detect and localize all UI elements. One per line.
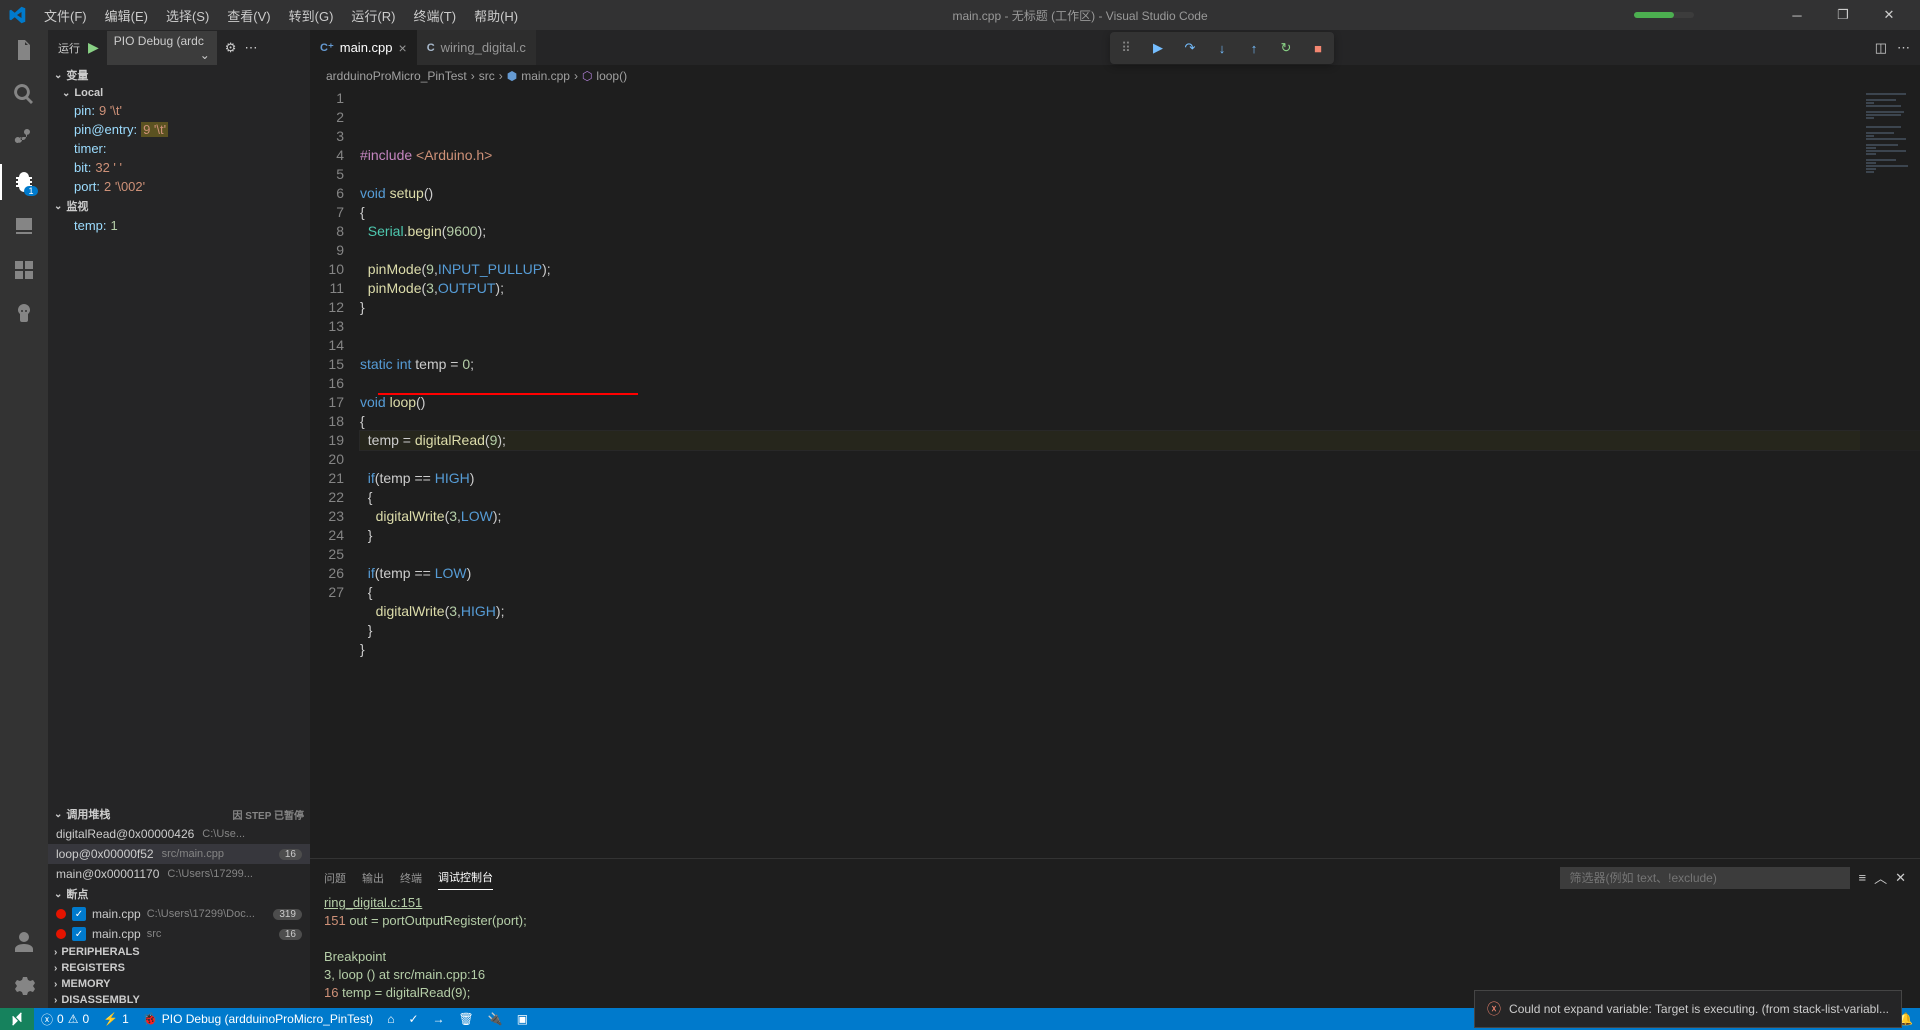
error-notification[interactable]: ⓧ Could not expand variable: Target is e… bbox=[1474, 990, 1902, 1008]
explorer-icon[interactable] bbox=[12, 38, 36, 62]
breadcrumb-item[interactable]: src bbox=[479, 69, 495, 83]
error-message: Could not expand variable: Target is exe… bbox=[1509, 1002, 1889, 1008]
debug-toolbar-header: 运行 ▶ PIO Debug (ardc ⌄ ⚙ ⋯ bbox=[48, 30, 310, 65]
start-debug-icon[interactable]: ▶ bbox=[88, 39, 99, 56]
bottom-panel: 问题输出终端调试控制台 ≡ ︿ ✕ ring_digital.c:151151 … bbox=[310, 858, 1920, 1008]
step-out-icon[interactable]: ↑ bbox=[1240, 34, 1268, 62]
grip-icon[interactable]: ⠿ bbox=[1112, 34, 1140, 62]
minimap[interactable] bbox=[1860, 87, 1920, 858]
window-title: main.cpp - 无标题 (工作区) - Visual Studio Cod… bbox=[526, 7, 1634, 24]
stack-frame[interactable]: main@0x00001170C:\Users\17299... bbox=[48, 864, 310, 884]
panel-tab[interactable]: 问题 bbox=[324, 866, 346, 890]
breadcrumb-item[interactable]: ⬡loop() bbox=[582, 69, 627, 83]
gear-icon[interactable]: ⚙ bbox=[225, 40, 237, 56]
variable-item[interactable]: pin: 9 '\t' bbox=[48, 101, 310, 120]
close-button[interactable]: ✕ bbox=[1866, 0, 1912, 30]
watch-item[interactable]: temp: 1 bbox=[48, 216, 310, 235]
menu-item[interactable]: 编辑(E) bbox=[97, 2, 156, 29]
check-icon[interactable]: ✓ bbox=[401, 1008, 425, 1030]
account-icon[interactable] bbox=[12, 930, 36, 954]
more-icon[interactable]: ⋯ bbox=[244, 40, 257, 56]
stack-frame[interactable]: digitalRead@0x00000426C:\Use... bbox=[48, 824, 310, 844]
continue-icon[interactable]: ▶ bbox=[1144, 34, 1172, 62]
editor-tab[interactable]: Cwiring_digital.c bbox=[417, 30, 536, 65]
platformio-icon[interactable] bbox=[12, 302, 36, 326]
settings-icon[interactable]: ≡ bbox=[1858, 870, 1866, 885]
step-over-icon[interactable]: ↷ bbox=[1176, 34, 1204, 62]
split-editor-icon[interactable]: ◫ bbox=[1875, 40, 1887, 56]
stack-frame[interactable]: loop@0x00000f52src/main.cpp16 bbox=[48, 844, 310, 864]
panel-tab[interactable]: 调试控制台 bbox=[438, 865, 493, 890]
titlebar: 文件(F)编辑(E)选择(S)查看(V)转到(G)运行(R)终端(T)帮助(H)… bbox=[0, 0, 1920, 30]
variable-item[interactable]: bit: 32 ' ' bbox=[48, 158, 310, 177]
editor-area: C⁺main.cpp×Cwiring_digital.c ⠿ ▶ ↷ ↓ ↑ ↻… bbox=[310, 30, 1920, 1008]
debug-icon[interactable]: 1 bbox=[12, 170, 36, 194]
menu-item[interactable]: 选择(S) bbox=[158, 2, 217, 29]
breadcrumb-item[interactable]: ardduinoProMicro_PinTest bbox=[326, 69, 467, 83]
variable-item[interactable]: timer: bbox=[48, 139, 310, 158]
debug-status[interactable]: 🐞 PIO Debug (ardduinoProMicro_PinTest) bbox=[136, 1008, 380, 1030]
local-scope[interactable]: ⌄Local bbox=[48, 85, 310, 101]
menu-item[interactable]: 运行(R) bbox=[343, 2, 403, 29]
error-icon: ⓧ bbox=[1487, 999, 1501, 1008]
watch-section[interactable]: ⌄监视 bbox=[48, 196, 310, 216]
debug-floating-toolbar[interactable]: ⠿ ▶ ↷ ↓ ↑ ↻ ■ bbox=[1110, 32, 1334, 64]
errors-status[interactable]: ⓧ 0 ⚠ 0 bbox=[34, 1008, 96, 1030]
arrow-icon[interactable]: → bbox=[426, 1008, 452, 1030]
panel-tab[interactable]: 输出 bbox=[362, 866, 384, 890]
maximize-button[interactable]: ❐ bbox=[1820, 0, 1866, 30]
peripherals-section[interactable]: ›PERIPHERALS bbox=[48, 944, 310, 960]
debug-sidebar: 运行 ▶ PIO Debug (ardc ⌄ ⚙ ⋯ ⌄变量 ⌄Local pi… bbox=[48, 30, 310, 1008]
run-label: 运行 bbox=[58, 40, 80, 56]
progress-indicator bbox=[1634, 12, 1694, 18]
callstack-section[interactable]: ⌄调用堆栈因 STEP 已暂停 bbox=[48, 804, 310, 824]
menu-item[interactable]: 文件(F) bbox=[36, 2, 95, 29]
breadcrumb[interactable]: ardduinoProMicro_PinTest›src›⬢main.cpp›⬡… bbox=[310, 65, 1920, 87]
debug-config-select[interactable]: PIO Debug (ardc ⌄ bbox=[107, 31, 217, 65]
vscode-logo-icon bbox=[8, 6, 26, 24]
plug-icon[interactable]: 🔌 bbox=[481, 1008, 510, 1030]
gear-icon[interactable] bbox=[12, 974, 36, 998]
ports-status[interactable]: ⚡ 1 bbox=[96, 1008, 136, 1030]
disassembly-section[interactable]: ›DISASSEMBLY bbox=[48, 992, 310, 1008]
more-actions-icon[interactable]: ⋯ bbox=[1897, 40, 1910, 56]
editor-tabs: C⁺main.cpp×Cwiring_digital.c ⠿ ▶ ↷ ↓ ↑ ↻… bbox=[310, 30, 1920, 65]
badge: 1 bbox=[24, 186, 38, 196]
close-panel-icon[interactable]: ✕ bbox=[1895, 870, 1906, 886]
activitybar: 1 bbox=[0, 30, 48, 1008]
menu-item[interactable]: 转到(G) bbox=[281, 2, 342, 29]
stop-icon[interactable]: ■ bbox=[1304, 34, 1332, 62]
terminal-icon[interactable]: ▣ bbox=[510, 1008, 535, 1030]
breakpoint-item[interactable]: ✓main.cppC:\Users\17299\Doc...319 bbox=[48, 904, 310, 924]
restart-icon[interactable]: ↻ bbox=[1272, 34, 1300, 62]
variables-section[interactable]: ⌄变量 bbox=[48, 65, 310, 85]
variable-item[interactable]: pin@entry: 9 '\t' bbox=[48, 120, 310, 139]
breakpoint-item[interactable]: ✓main.cppsrc16 bbox=[48, 924, 310, 944]
registers-section[interactable]: ›REGISTERS bbox=[48, 960, 310, 976]
minimize-button[interactable]: ─ bbox=[1774, 0, 1820, 30]
chevron-up-icon[interactable]: ︿ bbox=[1874, 868, 1887, 887]
breadcrumb-item[interactable]: ⬢main.cpp bbox=[507, 69, 570, 83]
scm-icon[interactable] bbox=[12, 126, 36, 150]
close-tab-icon[interactable]: × bbox=[399, 40, 407, 56]
menu-item[interactable]: 帮助(H) bbox=[466, 2, 526, 29]
annotation-line bbox=[378, 393, 638, 395]
editor-tab[interactable]: C⁺main.cpp× bbox=[310, 30, 417, 65]
remote-icon[interactable] bbox=[12, 214, 36, 238]
variable-item[interactable]: port: 2 '\002' bbox=[48, 177, 310, 196]
extensions-icon[interactable] bbox=[12, 258, 36, 282]
panel-tab[interactable]: 终端 bbox=[400, 866, 422, 890]
menubar: 文件(F)编辑(E)选择(S)查看(V)转到(G)运行(R)终端(T)帮助(H) bbox=[36, 2, 526, 29]
step-into-icon[interactable]: ↓ bbox=[1208, 34, 1236, 62]
trash-icon[interactable]: 🗑 bbox=[452, 1008, 481, 1030]
filter-input[interactable] bbox=[1560, 867, 1850, 889]
remote-indicator[interactable] bbox=[0, 1008, 34, 1030]
menu-item[interactable]: 查看(V) bbox=[219, 2, 278, 29]
code-editor[interactable]: 1234567891011121314151617181920212223242… bbox=[310, 87, 1920, 858]
search-icon[interactable] bbox=[12, 82, 36, 106]
memory-section[interactable]: ›MEMORY bbox=[48, 976, 310, 992]
menu-item[interactable]: 终端(T) bbox=[405, 2, 464, 29]
breakpoints-section[interactable]: ⌄断点 bbox=[48, 884, 310, 904]
home-icon[interactable]: ⌂ bbox=[380, 1008, 401, 1030]
